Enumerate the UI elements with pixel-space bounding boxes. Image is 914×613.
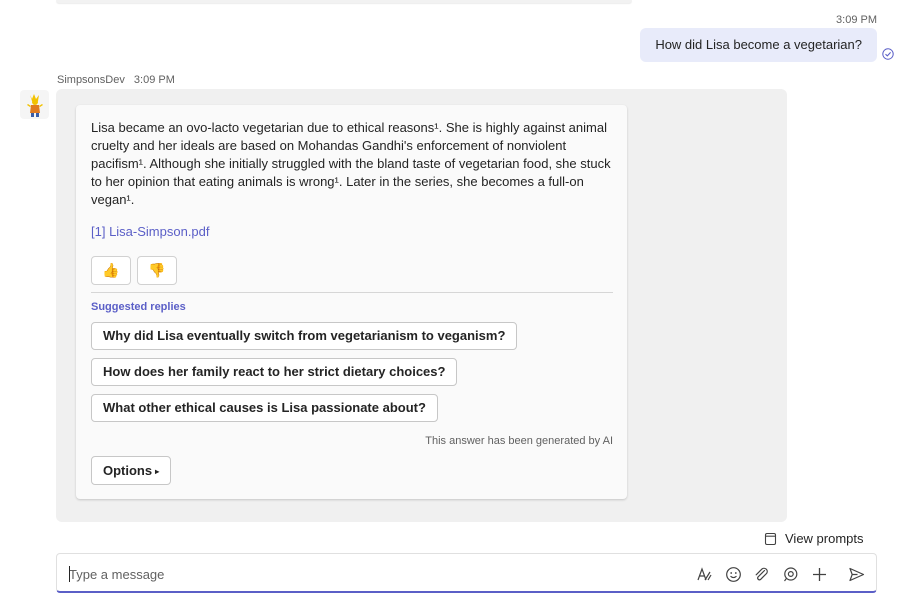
format-icon <box>696 566 712 580</box>
prompts-icon <box>764 532 777 545</box>
view-prompts-label: View prompts <box>785 531 864 546</box>
send-button[interactable] <box>846 564 866 584</box>
attach-button[interactable] <box>751 564 771 584</box>
read-check-icon <box>882 48 894 60</box>
emoji-icon <box>725 566 741 582</box>
user-message-time: 3:09 PM <box>836 14 877 26</box>
attach-icon <box>755 567 768 580</box>
bot-avatar[interactable] <box>20 90 49 119</box>
thumbs-down-button[interactable]: 👎 <box>137 256 177 285</box>
user-message-bubble[interactable]: How did Lisa become a vegetarian? <box>640 28 877 62</box>
bot-message-header: SimpsonsDev 3:09 PM <box>57 74 175 86</box>
loop-button[interactable] <box>780 564 800 584</box>
suggested-reply-button[interactable]: What other ethical causes is Lisa passio… <box>91 394 438 422</box>
thumbs-up-icon: 👍 <box>102 262 120 278</box>
options-label: Options <box>103 463 153 478</box>
add-button[interactable] <box>809 564 829 584</box>
thumbs-down-icon: 👎 <box>148 262 166 278</box>
bot-message-time: 3:09 PM <box>133 74 175 86</box>
bot-sender-name: SimpsonsDev <box>57 74 125 86</box>
message-input[interactable] <box>69 564 669 584</box>
bot-avatar-icon <box>26 93 43 117</box>
citation-link[interactable]: [1] Lisa-Simpson.pdf <box>91 224 210 239</box>
previous-message-edge <box>56 0 632 3</box>
message-composer <box>56 553 877 593</box>
ai-generated-note: This answer has been generated by AI <box>425 435 613 447</box>
add-icon <box>812 567 826 581</box>
suggested-reply-button[interactable]: How does her family react to her strict … <box>91 358 458 386</box>
loop-icon <box>783 566 797 581</box>
send-icon <box>848 567 864 581</box>
answer-text: Lisa became an ovo-lacto vegetarian due … <box>91 120 611 207</box>
adaptive-card: Lisa became an ovo-lacto vegetarian due … <box>76 105 627 499</box>
view-prompts-button[interactable]: View prompts <box>764 531 864 546</box>
text-cursor <box>69 566 70 582</box>
format-button[interactable] <box>694 564 714 584</box>
options-button[interactable]: Options ▸ <box>91 456 172 485</box>
suggested-replies-title: Suggested replies <box>91 301 186 313</box>
caret-right-icon: ▸ <box>155 467 160 476</box>
emoji-button[interactable] <box>723 564 743 584</box>
divider <box>91 292 613 293</box>
suggested-reply-button[interactable]: Why did Lisa eventually switch from vege… <box>91 322 518 350</box>
thumbs-up-button[interactable]: 👍 <box>91 256 131 285</box>
